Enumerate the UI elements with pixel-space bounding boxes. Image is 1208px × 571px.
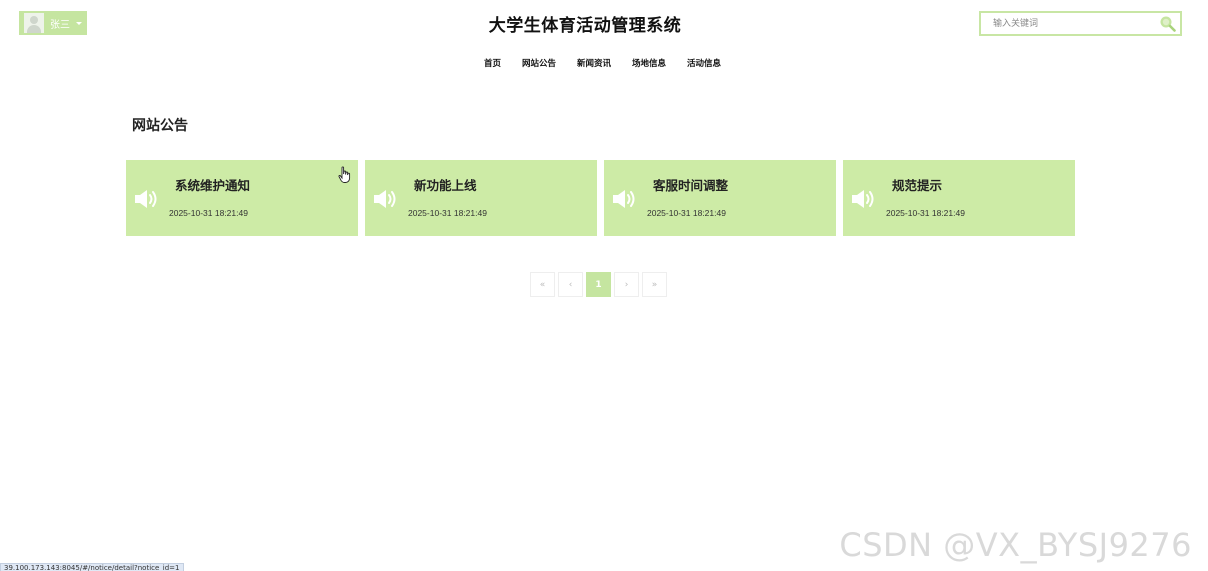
- speaker-icon: [374, 190, 396, 208]
- notice-date: 2025-10-31 18:21:49: [886, 208, 965, 218]
- main-nav: 首页 网站公告 新闻资讯 场地信息 活动信息: [0, 57, 1208, 69]
- nav-item-notice[interactable]: 网站公告: [522, 57, 556, 69]
- page-1-button[interactable]: 1: [586, 272, 611, 297]
- pagination: « ‹ 1 › »: [530, 272, 670, 297]
- speaker-icon: [135, 190, 157, 208]
- nav-item-news[interactable]: 新闻资讯: [577, 57, 611, 69]
- search-button[interactable]: [1156, 14, 1178, 34]
- last-page-button[interactable]: »: [642, 272, 667, 297]
- nav-item-home[interactable]: 首页: [484, 57, 501, 69]
- search-box: [979, 11, 1182, 36]
- prev-page-button[interactable]: ‹: [558, 272, 583, 297]
- notice-card[interactable]: 客服时间调整 2025-10-31 18:21:49: [604, 160, 836, 236]
- notice-date: 2025-10-31 18:21:49: [647, 208, 726, 218]
- notice-date: 2025-10-31 18:21:49: [169, 208, 248, 218]
- next-page-button[interactable]: ›: [614, 272, 639, 297]
- notice-card-list: 系统维护通知 2025-10-31 18:21:49 新功能上线 2025-10…: [126, 160, 1075, 236]
- section-title: 网站公告: [132, 118, 188, 134]
- speaker-icon: [852, 190, 874, 208]
- search-icon: [1160, 16, 1176, 32]
- notice-title: 客服时间调整: [653, 178, 729, 193]
- notice-title: 规范提示: [892, 178, 943, 193]
- notice-date: 2025-10-31 18:21:49: [408, 208, 487, 218]
- nav-item-venue[interactable]: 场地信息: [632, 57, 666, 69]
- nav-item-activity[interactable]: 活动信息: [687, 57, 721, 69]
- hand-cursor-icon: [338, 166, 351, 183]
- notice-title: 新功能上线: [414, 178, 477, 193]
- notice-card[interactable]: 新功能上线 2025-10-31 18:21:49: [365, 160, 597, 236]
- status-url: 39.100.173.143:8045/#/notice/detail?noti…: [0, 563, 184, 571]
- search-input[interactable]: [981, 12, 1156, 35]
- speaker-icon: [613, 190, 635, 208]
- watermark: CSDN @VX_BYSJ9276: [839, 526, 1192, 564]
- notice-card[interactable]: 规范提示 2025-10-31 18:21:49: [843, 160, 1075, 236]
- notice-title: 系统维护通知: [175, 178, 251, 193]
- notice-card[interactable]: 系统维护通知 2025-10-31 18:21:49: [126, 160, 358, 236]
- first-page-button[interactable]: «: [530, 272, 555, 297]
